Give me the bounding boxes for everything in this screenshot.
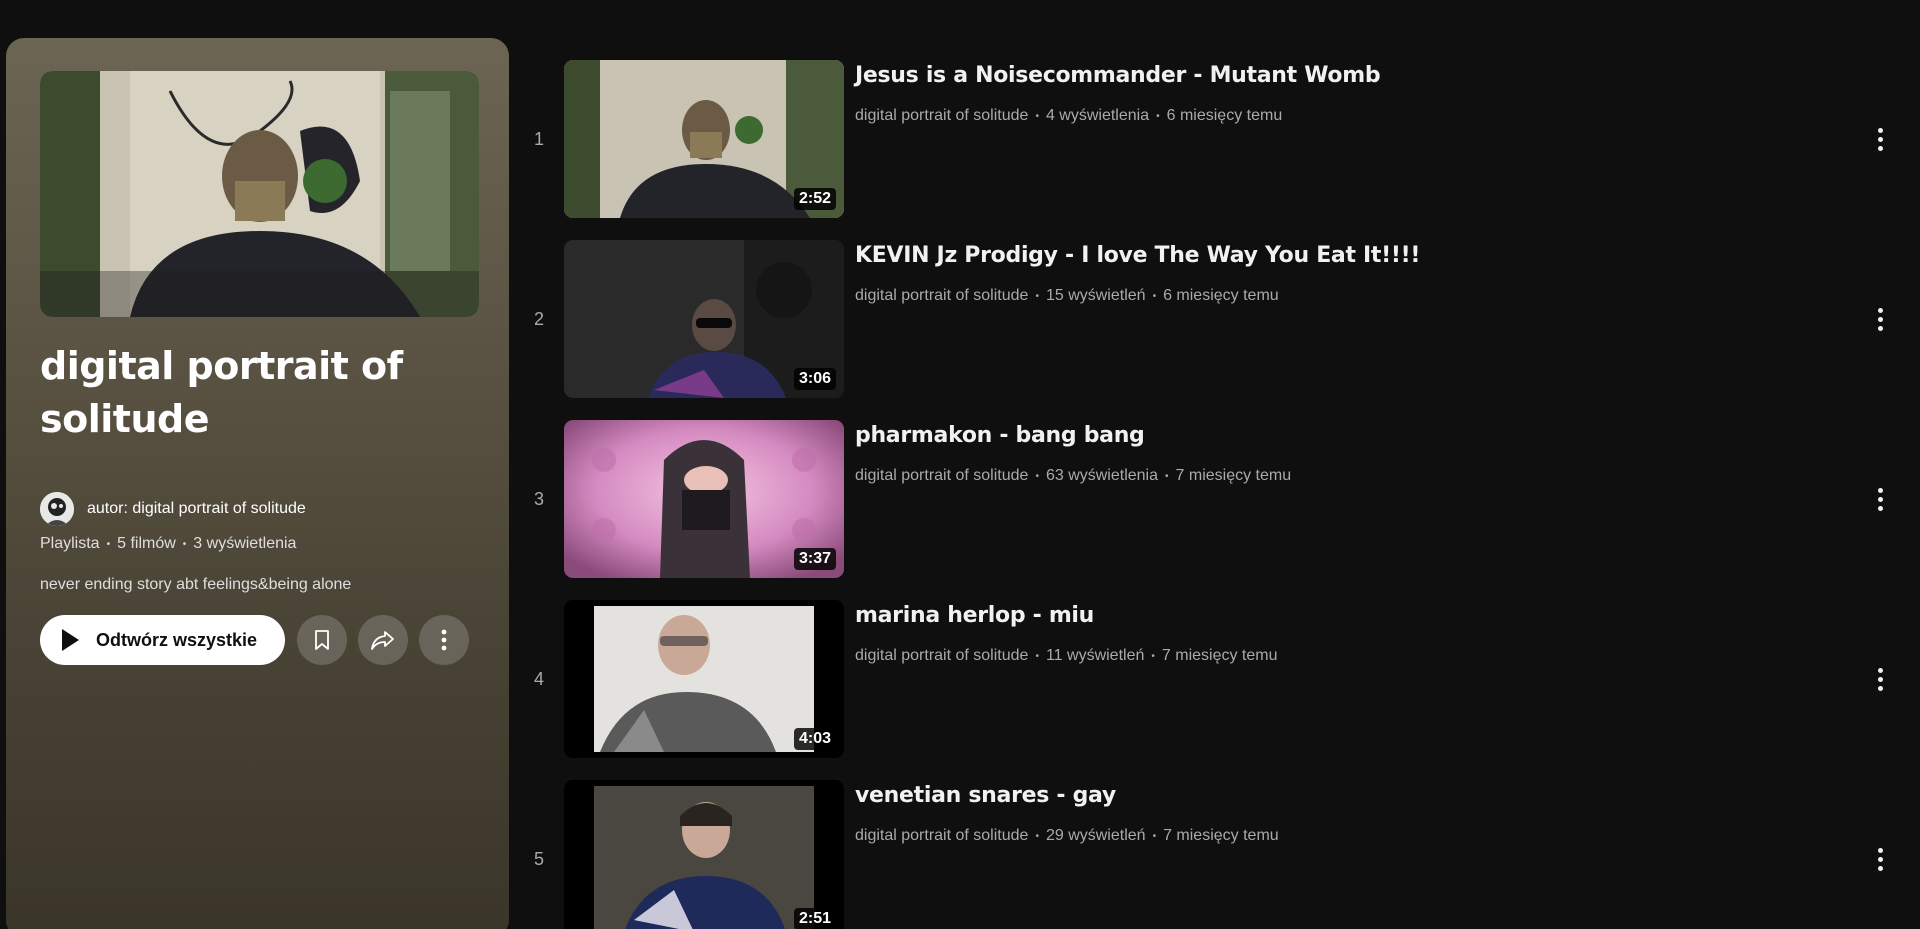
separator-dot: • [1035, 830, 1039, 842]
video-duration: 3:37 [793, 548, 836, 570]
video-meta: digital portrait of solitude • 29 wyświe… [855, 827, 1279, 845]
playlist-actions: Odtwórz wszystkie [40, 615, 480, 665]
list-item[interactable]: 1 2:52 Jesus is a Noisecommander - Mutan… [520, 60, 1910, 218]
video-thumbnail[interactable]: 3:06 [564, 240, 844, 398]
video-more-button[interactable] [1855, 114, 1905, 164]
thumbnail-image [564, 780, 844, 929]
playlist-owner[interactable]: autor: digital portrait of solitude [87, 500, 306, 518]
list-item[interactable]: 3 3:37 pharmakon - bang bang digital por… [520, 420, 1910, 578]
list-item[interactable]: 4 4:03 marina herlop - miu digital portr… [520, 600, 1910, 758]
separator-dot: • [1152, 290, 1157, 302]
video-thumbnail[interactable]: 3:37 [564, 420, 844, 578]
video-index: 4 [533, 668, 544, 689]
save-playlist-button[interactable] [297, 615, 348, 665]
play-all-label: Odtwórz wszystkie [96, 629, 258, 650]
avatar[interactable] [40, 492, 74, 526]
play-all-button[interactable]: Odtwórz wszystkie [40, 615, 286, 665]
separator-dot: • [1035, 650, 1039, 662]
video-more-button[interactable] [1855, 474, 1905, 524]
video-title[interactable]: marina herlop - miu [855, 603, 1094, 628]
video-channel[interactable]: digital portrait of solitude [855, 467, 1028, 485]
avatar-image [40, 492, 74, 526]
video-views: 11 wyświetleń [1045, 647, 1145, 664]
bookmark-icon [315, 630, 329, 650]
more-vert-icon [1877, 127, 1883, 133]
playlist-cover-image [40, 71, 479, 317]
more-vert-icon [441, 629, 447, 651]
playlist-meta: Playlista • 5 filmów • 3 wyświetlenia [40, 535, 296, 553]
video-more-button[interactable] [1855, 834, 1905, 884]
video-age: 6 miesięcy temu [1163, 287, 1279, 304]
video-more-button[interactable] [1855, 654, 1905, 704]
video-title[interactable]: KEVIN Jz Prodigy - I love The Way You Ea… [855, 243, 1420, 268]
video-age: 7 miesięcy temu [1161, 647, 1278, 664]
separator-dot: • [1156, 110, 1160, 122]
playlist-description: never ending story abt feelings&being al… [40, 576, 352, 593]
video-index: 2 [533, 308, 544, 329]
separator-dot: • [1035, 290, 1039, 302]
separator-dot: • [1152, 830, 1157, 842]
video-thumbnail[interactable]: 2:52 [564, 60, 844, 218]
list-item[interactable]: 2 3:06 KEVIN Jz Prodigy - I love The Way… [520, 240, 1910, 398]
share-icon [371, 631, 394, 650]
video-channel[interactable]: digital portrait of solitude [855, 827, 1028, 845]
video-views: 29 wyświetleń [1045, 827, 1146, 844]
separator-dot: • [182, 538, 187, 550]
playlist-views: 3 wyświetlenia [193, 535, 297, 552]
video-channel[interactable]: digital portrait of solitude [855, 107, 1028, 125]
video-more-button[interactable] [1855, 294, 1905, 344]
list-item[interactable]: 5 2:51 venetian snares - gay digital por… [520, 780, 1910, 929]
playlist-owner-row[interactable]: autor: digital portrait of solitude [40, 491, 306, 527]
video-index: 3 [533, 488, 544, 509]
video-duration: 2:52 [793, 188, 836, 210]
video-title[interactable]: Jesus is a Noisecommander - Mutant Womb [855, 63, 1381, 88]
video-duration: 4:03 [793, 728, 836, 750]
video-age: 7 miesięcy temu [1163, 827, 1279, 844]
video-title[interactable]: pharmakon - bang bang [855, 423, 1145, 448]
video-channel[interactable]: digital portrait of solitude [855, 647, 1028, 665]
more-vert-icon [1877, 847, 1883, 853]
video-views: 4 wyświetlenia [1045, 107, 1150, 124]
playlist-title: digital portrait of solitude [40, 344, 403, 441]
video-age: 7 miesięcy temu [1175, 467, 1292, 484]
video-channel[interactable]: digital portrait of solitude [855, 287, 1028, 305]
video-meta: digital portrait of solitude • 11 wyświe… [855, 647, 1277, 665]
separator-dot: • [106, 538, 111, 550]
video-meta: digital portrait of solitude • 63 wyświe… [855, 467, 1291, 485]
playlist-header-panel: digital portrait of solitude autor: digi… [6, 38, 509, 929]
video-duration: 3:06 [793, 368, 836, 390]
video-thumbnail[interactable]: 4:03 [564, 600, 844, 758]
more-vert-icon [1877, 487, 1883, 493]
playlist-cover-thumbnail[interactable] [40, 71, 479, 317]
more-actions-button[interactable] [419, 615, 470, 665]
more-vert-icon [1877, 307, 1883, 313]
video-views: 63 wyświetlenia [1045, 467, 1159, 484]
playlist-type: Playlista [40, 535, 100, 552]
video-thumbnail[interactable]: 2:51 [564, 780, 844, 929]
video-title[interactable]: venetian snares - gay [855, 783, 1116, 808]
separator-dot: • [1035, 110, 1039, 122]
video-meta: digital portrait of solitude • 15 wyświe… [855, 287, 1279, 305]
more-vert-icon [1877, 667, 1883, 673]
video-age: 6 miesięcy temu [1166, 107, 1283, 124]
separator-dot: • [1035, 470, 1039, 482]
video-index: 5 [533, 848, 544, 869]
video-views: 15 wyświetleń [1045, 287, 1146, 304]
share-button[interactable] [358, 615, 409, 665]
play-icon [62, 629, 79, 651]
video-meta: digital portrait of solitude • 4 wyświet… [855, 107, 1282, 125]
separator-dot: • [1151, 650, 1155, 662]
video-index: 1 [533, 128, 544, 149]
video-duration: 2:51 [793, 908, 836, 929]
playlist-video-count: 5 filmów [117, 535, 176, 552]
separator-dot: • [1165, 470, 1169, 482]
